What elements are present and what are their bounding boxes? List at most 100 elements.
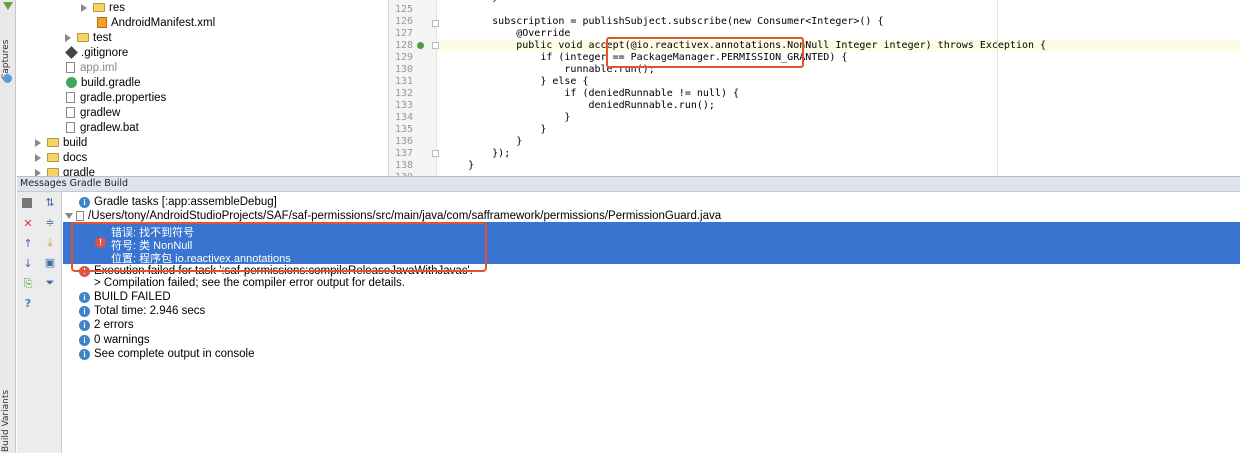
expand-all-icon[interactable]: ⇅ (44, 197, 56, 209)
code-line: subscription = publishSubject.subscribe(… (444, 16, 884, 27)
folder-icon (93, 3, 105, 12)
expand-arrow-icon[interactable] (65, 33, 71, 42)
collapse-arrow-icon[interactable] (65, 213, 73, 219)
line-number: 132 (394, 88, 413, 99)
line-number: 134 (394, 112, 413, 123)
code-line: if (deniedRunnable != null) { (444, 88, 740, 99)
code-line: } (444, 136, 523, 147)
git-icon (65, 46, 78, 59)
open-file-icon[interactable]: ⎘ (22, 278, 34, 290)
file-icon (66, 122, 75, 133)
file-icon (66, 92, 75, 103)
message-errors-count[interactable]: i 2 errors (79, 318, 134, 332)
expand-arrow-icon[interactable] (35, 168, 41, 176)
message-gradle-tasks[interactable]: i Gradle tasks [:app:assembleDebug] (79, 195, 277, 209)
tree-item-gradlew[interactable]: gradlew (66, 105, 120, 120)
expand-arrow-icon[interactable] (35, 153, 41, 162)
code-line: @Override (444, 28, 571, 39)
message-text: See complete output in console (94, 348, 255, 360)
tree-item-test[interactable]: test (65, 30, 112, 45)
tree-item-label: app.iml (80, 61, 118, 74)
info-icon: i (79, 334, 90, 346)
message-text: Gradle tasks [:app:assembleDebug] (94, 196, 277, 208)
info-icon: i (79, 291, 90, 303)
messages-panel-header: Messages Gradle Build (17, 176, 1240, 192)
next-icon[interactable]: ↓ (22, 258, 34, 270)
java-file-icon (76, 211, 84, 221)
code-line: deniedRunnable.run(); (444, 100, 715, 111)
fold-toggle-icon[interactable] (432, 20, 439, 27)
tree-item-label: gradle (63, 166, 95, 177)
tree-item-build-gradle[interactable]: build.gradle (66, 75, 140, 90)
line-number: 133 (394, 100, 413, 111)
code-line: } (444, 0, 498, 4)
message-warnings-count[interactable]: i 0 warnings (79, 333, 150, 347)
project-tree: res AndroidManifest.xml test .gitignore … (17, 0, 387, 176)
line-number: 128 (394, 40, 413, 51)
collapse-all-icon[interactable]: ≑ (44, 217, 56, 229)
export-icon[interactable]: ⤓ (44, 237, 56, 249)
tree-item-build[interactable]: build (35, 135, 87, 150)
line-number: 137 (394, 148, 413, 159)
line-number: 125 (394, 4, 413, 15)
fold-toggle-icon[interactable] (432, 150, 439, 157)
message-compilation-failed[interactable]: > Compilation failed; see the compiler e… (94, 276, 405, 290)
code-editor[interactable]: 1241251261271281291301311321331341351361… (388, 0, 1240, 176)
xml-file-icon (97, 17, 107, 28)
folder-icon (47, 168, 59, 176)
tree-item-androidmanifest[interactable]: AndroidManifest.xml (97, 15, 215, 30)
tree-item-label: build (63, 136, 88, 149)
code-line: } (444, 112, 571, 123)
tree-item-label: gradle.properties (80, 91, 167, 104)
captures-icon (3, 74, 12, 83)
autoscroll-icon[interactable]: ▣ (44, 257, 56, 269)
annotation-highlight-box (606, 37, 804, 68)
messages-list: i Gradle tasks [:app:assembleDebug] /Use… (63, 192, 1240, 453)
tree-item-gitignore[interactable]: .gitignore (65, 45, 128, 60)
expand-arrow-icon[interactable] (81, 3, 87, 12)
captures-tab[interactable]: Captures (1, 30, 15, 80)
message-text: BUILD FAILED (94, 291, 171, 303)
expand-arrow-icon[interactable] (35, 138, 41, 147)
code-line: }); (444, 148, 511, 159)
message-file-path[interactable]: /Users/tony/AndroidStudioProjects/SAF/sa… (65, 209, 721, 223)
left-tool-strip: Captures Build Variants (0, 0, 16, 453)
file-icon (66, 62, 75, 73)
message-build-failed[interactable]: i BUILD FAILED (79, 290, 171, 304)
folder-icon (77, 33, 89, 42)
line-number: 124 (393, 0, 413, 3)
line-number: 129 (394, 52, 413, 63)
help-icon[interactable]: ? (22, 298, 34, 310)
error-highlight-box (71, 222, 487, 272)
tree-item-res[interactable]: res (81, 0, 125, 15)
previous-icon[interactable]: ↑ (22, 238, 34, 250)
close-icon[interactable]: ✕ (22, 218, 34, 230)
stop-icon[interactable] (22, 198, 32, 208)
folder-icon (47, 153, 59, 162)
tree-item-label: test (93, 31, 112, 44)
folder-icon (47, 138, 59, 147)
build-variants-tab[interactable]: Build Variants (1, 390, 15, 452)
tree-item-gradle-properties[interactable]: gradle.properties (66, 90, 166, 105)
message-total-time[interactable]: i Total time: 2.946 secs (79, 304, 205, 318)
run-indicator-icon (3, 2, 13, 10)
filter-icon[interactable]: ⏷ (44, 277, 56, 289)
line-number: 126 (394, 16, 413, 27)
tree-item-label: gradlew (80, 106, 121, 119)
override-marker-icon[interactable] (417, 42, 424, 49)
tree-item-gradle[interactable]: gradle (35, 165, 95, 176)
tree-item-label: res (109, 1, 125, 14)
info-icon: i (79, 196, 90, 208)
tree-item-label: gradlew.bat (80, 121, 139, 134)
code-line: } else { (444, 76, 589, 87)
message-see-output[interactable]: i See complete output in console (79, 347, 254, 361)
tree-item-label: AndroidManifest.xml (111, 16, 216, 29)
code-line: } (444, 160, 475, 171)
tree-item-docs[interactable]: docs (35, 150, 87, 165)
tree-item-gradlew-bat[interactable]: gradlew.bat (66, 120, 139, 135)
right-margin-guide (997, 0, 998, 176)
message-text: Total time: 2.946 secs (94, 305, 206, 317)
tree-item-app-iml[interactable]: app.iml (66, 60, 117, 75)
fold-toggle-icon[interactable] (432, 42, 439, 49)
line-number: 127 (394, 28, 413, 39)
